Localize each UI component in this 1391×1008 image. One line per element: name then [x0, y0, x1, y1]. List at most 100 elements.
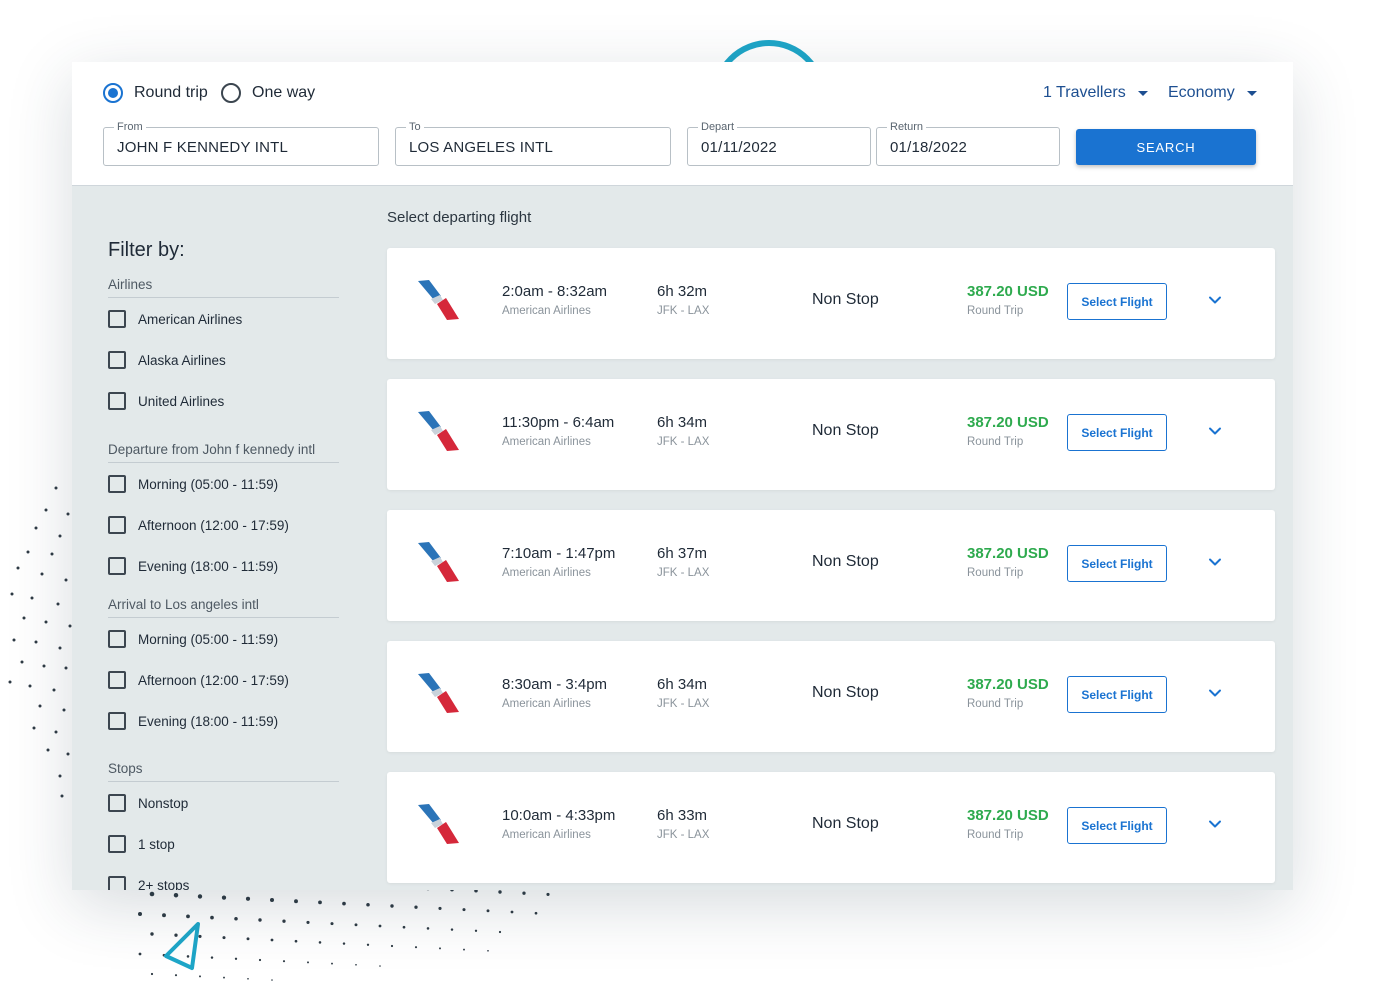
flight-route: JFK - LAX — [657, 829, 710, 841]
filter-arrival-checkbox[interactable]: Afternoon (12:00 - 17:59) — [108, 670, 289, 690]
flight-times: 11:30pm - 6:4am — [502, 414, 615, 431]
airline-name: American Airlines — [502, 698, 591, 710]
filter-airlines-heading: Airlines — [108, 277, 339, 298]
caret-down-icon — [1246, 90, 1257, 96]
one-way-label: One way — [252, 84, 316, 101]
one-way-radio[interactable]: One way — [221, 82, 315, 104]
filter-departure-checkbox[interactable]: Morning (05:00 - 11:59) — [108, 474, 278, 494]
chevron-down-icon[interactable] — [1207, 292, 1223, 308]
checkbox-box — [108, 712, 126, 730]
checkbox-box — [108, 671, 126, 689]
flight-price: 387.20 USD — [967, 283, 1049, 300]
filter-airlines-checkbox[interactable]: Alaska Airlines — [108, 350, 226, 370]
airline-name: American Airlines — [502, 305, 591, 317]
depart-field-label: Depart — [698, 120, 738, 134]
select-flight-button[interactable]: Select Flight — [1067, 414, 1167, 451]
filter-arrival-heading: Arrival to Los angeles intl — [108, 597, 339, 618]
flight-duration: 6h 32m — [657, 283, 708, 300]
flight-route: JFK - LAX — [657, 567, 710, 579]
filter-option-label: 1 stop — [138, 836, 175, 852]
depart-date-field[interactable]: Depart 01/11/2022 — [687, 120, 871, 166]
checkbox-box — [108, 516, 126, 534]
chevron-down-icon[interactable] — [1207, 816, 1223, 832]
from-field-label: From — [114, 120, 146, 134]
airline-name: American Airlines — [502, 567, 591, 579]
checkbox-box — [108, 351, 126, 369]
flight-times: 8:30am - 3:4pm — [502, 676, 608, 693]
chevron-down-icon[interactable] — [1207, 423, 1223, 439]
filter-option-label: Morning (05:00 - 11:59) — [138, 476, 279, 492]
select-flight-button[interactable]: Select Flight — [1067, 676, 1167, 713]
return-date-field[interactable]: Return 01/18/2022 — [876, 120, 1060, 166]
american-airlines-logo-icon — [417, 803, 459, 845]
travellers-label: 1 Travellers — [1043, 84, 1126, 101]
flight-times: 7:10am - 1:47pm — [502, 545, 616, 562]
radio-indicator — [103, 83, 123, 103]
search-panel: Round trip One way 1 Travellers Economy … — [72, 62, 1293, 186]
filter-option-label: Evening (18:00 - 11:59) — [138, 558, 279, 574]
fare-type: Round Trip — [967, 829, 1024, 841]
to-field-label: To — [406, 120, 424, 134]
checkbox-box — [108, 557, 126, 575]
flight-route: JFK - LAX — [657, 305, 710, 317]
flight-search-app: Round trip One way 1 Travellers Economy … — [72, 62, 1293, 890]
checkbox-box — [108, 392, 126, 410]
filter-option-label: 2+ stops — [138, 877, 190, 891]
flight-times: 2:0am - 8:32am — [502, 283, 608, 300]
from-field-value: JOHN F KENNEDY INTL — [117, 139, 289, 156]
cabin-class-label: Economy — [1168, 84, 1235, 101]
flight-card: 8:30am - 3:4pm American Airlines 6h 34m JFK… — [387, 641, 1275, 752]
filter-arrival-checkbox[interactable]: Morning (05:00 - 11:59) — [108, 629, 278, 649]
fare-type: Round Trip — [967, 305, 1024, 317]
flight-price: 387.20 USD — [967, 545, 1049, 562]
filter-departure-heading: Departure from John f kennedy intl — [108, 442, 339, 463]
flight-stops: Non Stop — [812, 815, 879, 832]
flight-card: 11:30pm - 6:4am American Airlines 6h 34m JF… — [387, 379, 1275, 490]
checkbox-box — [108, 876, 126, 890]
from-field[interactable]: From JOHN F KENNEDY INTL — [103, 120, 379, 166]
filter-option-label: United Airlines — [138, 393, 225, 409]
filter-airlines-checkbox[interactable]: American Airlines — [108, 309, 242, 329]
select-flight-button[interactable]: Select Flight — [1067, 283, 1167, 320]
filter-departure-checkbox[interactable]: Afternoon (12:00 - 17:59) — [108, 515, 289, 535]
to-field[interactable]: To LOS ANGELES INTL — [395, 120, 671, 166]
filter-option-label: Evening (18:00 - 11:59) — [138, 713, 279, 729]
chevron-down-icon[interactable] — [1207, 685, 1223, 701]
search-button[interactable]: SEARCH — [1076, 129, 1256, 165]
filter-departure-checkbox[interactable]: Evening (18:00 - 11:59) — [108, 556, 278, 576]
checkbox-box — [108, 475, 126, 493]
checkbox-box — [108, 630, 126, 648]
checkbox-box — [108, 310, 126, 328]
radio-indicator — [221, 83, 241, 103]
round-trip-radio[interactable]: Round trip — [103, 82, 208, 104]
flight-duration: 6h 33m — [657, 807, 708, 824]
flight-card: 2:0am - 8:32am American Airlines 6h 32m JFK… — [387, 248, 1275, 359]
flight-route: JFK - LAX — [657, 436, 710, 448]
select-flight-button[interactable]: Select Flight — [1067, 807, 1167, 844]
flight-duration: 6h 34m — [657, 676, 708, 693]
filter-airlines-checkbox[interactable]: United Airlines — [108, 391, 224, 411]
flight-card: 7:10am - 1:47pm American Airlines 6h 37m JF… — [387, 510, 1275, 621]
fare-type: Round Trip — [967, 436, 1024, 448]
flight-route: JFK - LAX — [657, 698, 710, 710]
american-airlines-logo-icon — [417, 410, 459, 452]
caret-down-icon — [1137, 90, 1148, 96]
filter-stops-checkbox[interactable]: Nonstop — [108, 793, 188, 813]
travellers-dropdown[interactable]: 1 Travellers — [1043, 82, 1148, 104]
filter-arrival-checkbox[interactable]: Evening (18:00 - 11:59) — [108, 711, 278, 731]
filter-stops-checkbox[interactable]: 2+ stops — [108, 875, 189, 890]
filter-stops-checkbox[interactable]: 1 stop — [108, 834, 175, 854]
filter-sidebar: Filter by: Airlines American Airlines Alas… — [72, 187, 372, 890]
round-trip-label: Round trip — [134, 84, 208, 101]
flight-card: 10:0am - 4:33pm American Airlines 6h 33m JF… — [387, 772, 1275, 883]
filter-option-label: Afternoon (12:00 - 17:59) — [138, 672, 289, 688]
return-field-value: 01/18/2022 — [890, 139, 968, 156]
flight-price: 387.20 USD — [967, 414, 1049, 431]
flight-stops: Non Stop — [812, 553, 879, 570]
paper-plane-icon — [164, 922, 200, 970]
chevron-down-icon[interactable] — [1207, 554, 1223, 570]
checkbox-box — [108, 794, 126, 812]
cabin-class-dropdown[interactable]: Economy — [1168, 82, 1257, 104]
select-flight-button[interactable]: Select Flight — [1067, 545, 1167, 582]
filter-option-label: Nonstop — [138, 795, 189, 811]
